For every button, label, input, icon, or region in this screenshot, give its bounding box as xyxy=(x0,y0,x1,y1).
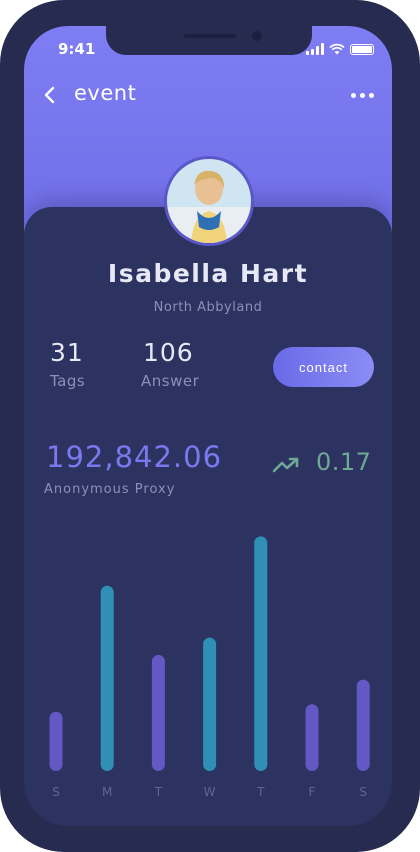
bar-5 xyxy=(305,704,319,771)
battery-icon xyxy=(350,44,374,55)
page-title: event xyxy=(74,81,137,105)
bar-3 xyxy=(203,637,217,771)
contact-button[interactable]: contact xyxy=(273,347,374,387)
day-label-4: T xyxy=(256,785,265,799)
day-label-3: W xyxy=(204,785,216,799)
day-label-2: T xyxy=(154,785,163,799)
weekly-bar-chart: SMTWTFS xyxy=(49,536,370,799)
answer-count: 106 xyxy=(143,338,194,367)
status-icons xyxy=(306,41,374,55)
camera xyxy=(252,31,262,41)
day-label-0: S xyxy=(52,785,60,799)
wifi-icon xyxy=(329,43,345,55)
profile-location: North Abbyland xyxy=(153,300,263,315)
bar-6 xyxy=(356,679,370,771)
balance-amount: 192,842.06 xyxy=(46,440,223,474)
day-label-5: F xyxy=(309,785,316,799)
answer-label: Answer xyxy=(141,372,200,390)
day-label-1: M xyxy=(102,785,112,799)
bar-2 xyxy=(151,654,165,771)
trend-value: 0.17 xyxy=(316,448,372,476)
bar-0 xyxy=(49,711,63,771)
trending-up-icon xyxy=(272,457,299,473)
avatar xyxy=(164,156,254,246)
signal-icon xyxy=(306,43,324,55)
bar-1 xyxy=(100,585,114,771)
bar-4 xyxy=(254,536,268,771)
profile-name: Isabella Hart xyxy=(107,259,309,288)
tags-count: 31 xyxy=(50,338,84,367)
more-horizontal-icon[interactable] xyxy=(351,93,374,98)
nav-bar: event xyxy=(24,81,392,111)
status-time: 9:41 xyxy=(58,40,96,58)
chevron-left-icon[interactable] xyxy=(40,85,60,105)
screen: 9:41 event Isabella Hart North Abbyland … xyxy=(24,26,392,826)
phone-frame: 9:41 event Isabella Hart North Abbyland … xyxy=(0,0,420,852)
balance-label: Anonymous Proxy xyxy=(44,482,176,497)
day-label-6: S xyxy=(359,785,367,799)
speaker xyxy=(184,34,236,38)
tags-label: Tags xyxy=(50,372,86,390)
notch xyxy=(106,26,312,55)
